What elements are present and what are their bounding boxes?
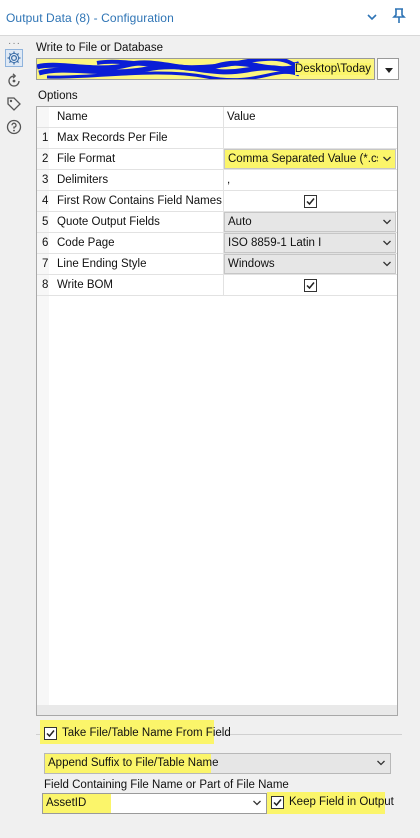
chevron-down-icon <box>383 156 391 162</box>
option-name: Line Ending Style <box>57 258 147 270</box>
file-format-select[interactable]: Comma Separated Value (*.csv) <box>224 149 396 169</box>
row-number: 1 <box>42 132 49 144</box>
line-ending-value: Windows <box>228 258 275 270</box>
dropdown-arrow-icon <box>385 68 393 73</box>
field-containing-label: Field Containing File Name or Part of Fi… <box>44 779 289 791</box>
row-number: 4 <box>42 195 49 207</box>
output-path-text: Desktop\Today <box>294 63 371 75</box>
chevron-down-icon <box>253 800 261 806</box>
row-number: 6 <box>42 237 49 249</box>
delimiters-value[interactable]: , <box>227 174 230 186</box>
file-format-value: Comma Separated Value (*.csv) <box>228 153 378 165</box>
options-grid: Name Value 1 Max Records Per File 2 File… <box>36 106 398 716</box>
rotate-icon[interactable] <box>5 72 23 90</box>
code-page-select[interactable]: ISO 8859-1 Latin I <box>224 233 396 253</box>
grid-header-row: Name Value <box>37 107 397 128</box>
line-ending-style-select[interactable]: Windows <box>224 254 396 274</box>
pin-icon[interactable] <box>391 7 407 25</box>
quote-output-value: Auto <box>228 216 252 228</box>
table-row[interactable]: 2 File Format Comma Separated Value (*.c… <box>37 149 397 170</box>
table-row[interactable]: 3 Delimiters , <box>37 170 397 191</box>
panel-header: Output Data (8) - Configuration <box>0 0 420 36</box>
table-row[interactable]: 8 Write BOM <box>37 275 397 296</box>
write-to-label: Write to File or Database <box>36 42 163 54</box>
file-name-field-value: AssetID <box>46 797 87 809</box>
option-name: First Row Contains Field Names <box>57 195 222 207</box>
option-name: File Format <box>57 153 116 165</box>
option-name: Max Records Per File <box>57 132 168 144</box>
output-path-input[interactable]: Desktop\Today <box>36 58 375 80</box>
check-icon <box>306 282 315 290</box>
chevron-down-icon <box>383 261 391 267</box>
option-name: Write BOM <box>57 279 114 291</box>
left-toolbar: ··· <box>0 37 30 838</box>
chevron-down-icon[interactable] <box>365 10 379 24</box>
check-icon <box>46 730 55 738</box>
write-bom-checkbox[interactable] <box>304 279 317 292</box>
table-row[interactable]: 1 Max Records Per File <box>37 128 397 149</box>
output-path-dropdown-button[interactable] <box>377 58 399 80</box>
help-icon[interactable] <box>5 118 23 136</box>
options-label: Options <box>38 90 78 102</box>
table-row[interactable]: 4 First Row Contains Field Names <box>37 191 397 212</box>
take-name-from-field-checkbox[interactable] <box>44 727 57 740</box>
more-dots[interactable]: ··· <box>8 38 21 49</box>
code-page-value: ISO 8859-1 Latin I <box>228 237 322 249</box>
chevron-down-icon <box>383 219 391 225</box>
option-name: Quote Output Fields <box>57 216 160 228</box>
chevron-down-icon <box>377 760 385 766</box>
take-name-from-field-label[interactable]: Take File/Table Name From Field <box>62 727 231 739</box>
column-header-name: Name <box>57 111 88 123</box>
first-row-field-names-checkbox[interactable] <box>304 195 317 208</box>
row-number: 3 <box>42 174 49 186</box>
panel-title: Output Data (8) - Configuration <box>6 11 174 25</box>
row-number: 7 <box>42 258 49 270</box>
keep-field-in-output-checkbox[interactable] <box>271 796 284 809</box>
option-name: Code Page <box>57 237 115 249</box>
keep-field-in-output-label[interactable]: Keep Field in Output <box>289 796 394 808</box>
row-number: 2 <box>42 153 49 165</box>
table-row[interactable]: 7 Line Ending Style Windows <box>37 254 397 275</box>
option-name: Delimiters <box>57 174 109 186</box>
append-mode-value: Append Suffix to File/Table Name <box>48 757 219 769</box>
check-icon <box>306 198 315 206</box>
row-number: 8 <box>42 279 49 291</box>
file-name-field-select[interactable]: AssetID <box>42 793 267 814</box>
table-row[interactable]: 6 Code Page ISO 8859-1 Latin I <box>37 233 397 254</box>
gear-icon[interactable] <box>5 49 23 67</box>
chevron-down-icon <box>383 240 391 246</box>
row-number: 5 <box>42 216 49 228</box>
tag-icon[interactable] <box>5 95 23 113</box>
quote-output-fields-select[interactable]: Auto <box>224 212 396 232</box>
table-row[interactable]: 5 Quote Output Fields Auto <box>37 212 397 233</box>
append-mode-select[interactable]: Append Suffix to File/Table Name <box>44 753 391 774</box>
check-icon <box>273 799 282 807</box>
column-header-value: Value <box>227 111 256 123</box>
